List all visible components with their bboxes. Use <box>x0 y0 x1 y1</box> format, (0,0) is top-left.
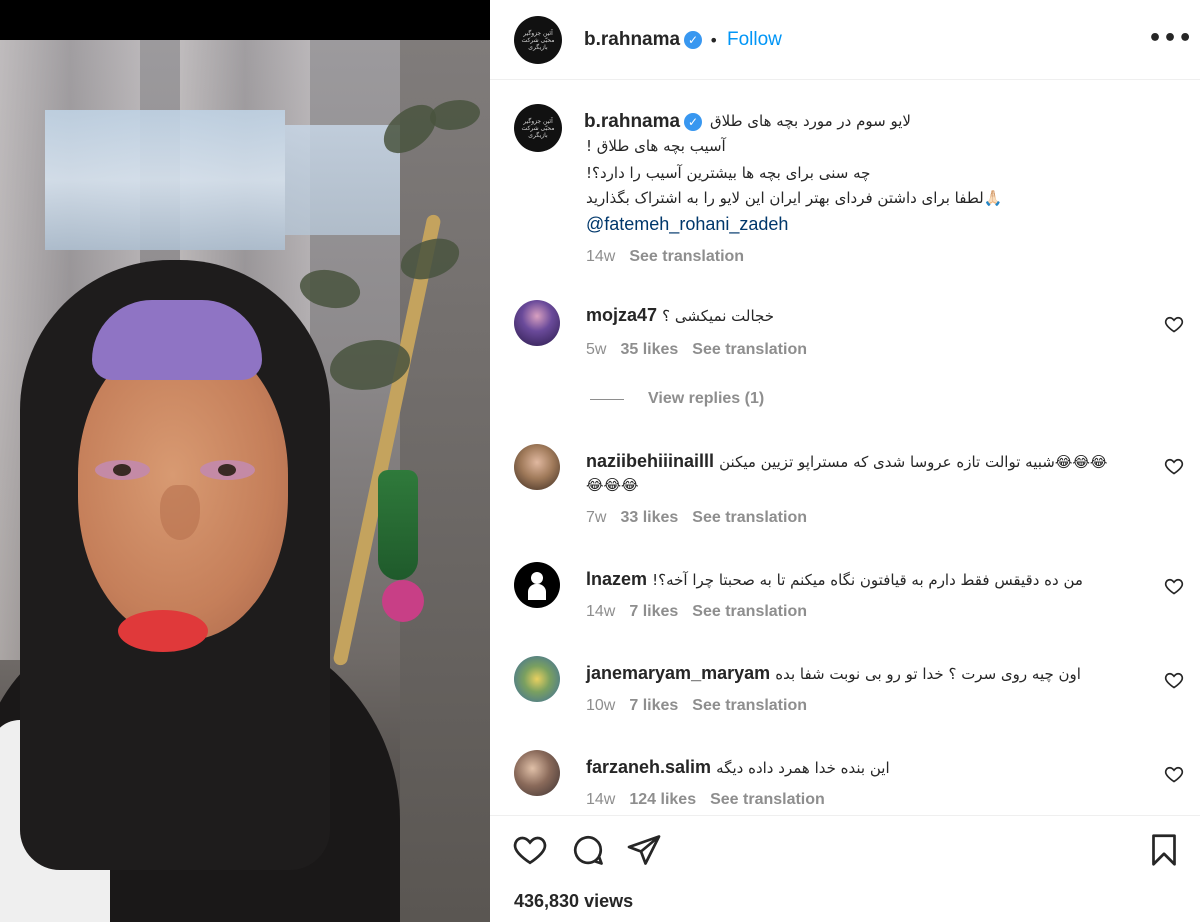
comment-meta: 5w 35 likes See translation <box>586 341 821 359</box>
comment-text: من ده دقیقس فقط دارم به قیافتون نگاه میک… <box>652 571 1083 589</box>
comment-age: 7w <box>586 509 607 526</box>
verified-badge-icon: ✓ <box>684 31 702 49</box>
comment-likes[interactable]: 7 likes <box>629 697 678 714</box>
comment-meta: 14w 7 likes See translation <box>586 603 821 621</box>
post-media-video[interactable] <box>0 0 490 922</box>
heart-icon[interactable] <box>512 832 548 868</box>
see-translation-link[interactable]: See translation <box>692 509 807 526</box>
share-icon[interactable] <box>626 832 662 868</box>
comment-username[interactable]: mojza47 <box>586 305 657 325</box>
replies-divider <box>590 399 624 400</box>
headband <box>92 300 262 380</box>
author-username[interactable]: b.rahnama <box>584 29 680 51</box>
comment-icon[interactable] <box>570 832 606 868</box>
comment-body: lnazem من ده دقیقس فقط دارم به قیافتون ن… <box>586 569 1083 590</box>
post-action-bar: 436,830 views <box>490 815 1200 922</box>
comment-text: 😂😂😂شبیه توالت تازه عروسا شدی که مستراپو … <box>719 453 1108 471</box>
post-side-panel: آئین جزوگیر محبّی شرکت بازیگری b.rahnama… <box>490 0 1200 922</box>
caption-mention-link[interactable]: @fatemeh_rohani_zadeh <box>586 214 788 235</box>
comment-body: janemaryam_maryam اون چیه روی سرت ؟ خدا … <box>586 663 1081 684</box>
comment-text: این بنده خدا همرد داده دیگه <box>716 759 890 777</box>
see-translation-link[interactable]: See translation <box>692 341 807 358</box>
video-frame <box>0 40 490 922</box>
commenter-avatar[interactable] <box>514 300 560 346</box>
lips <box>118 610 208 652</box>
comment-text-continued: 😂😂😂 <box>586 476 639 494</box>
comment-likes[interactable]: 7 likes <box>629 603 678 620</box>
comment-body: farzaneh.salim این بنده خدا همرد داده دی… <box>586 757 890 778</box>
author-avatar[interactable]: آئین جزوگیر محبّی شرکت بازیگری <box>514 16 562 64</box>
caption-age: 14w <box>586 248 616 265</box>
see-translation-link[interactable]: See translation <box>710 791 825 808</box>
comment-meta: 10w 7 likes See translation <box>586 697 821 715</box>
comment-username[interactable]: lnazem <box>586 569 647 589</box>
comment-likes[interactable]: 35 likes <box>620 341 678 358</box>
comment-age: 5w <box>586 341 607 358</box>
comment-username[interactable]: farzaneh.salim <box>586 757 711 777</box>
avatar-logo-text: آئین جزوگیر محبّی شرکت بازیگری <box>521 29 555 51</box>
bookmark-icon[interactable] <box>1146 832 1182 868</box>
comment-age: 10w <box>586 697 616 714</box>
avatar-figure <box>528 584 546 600</box>
person <box>0 260 490 922</box>
caption-line: لایو سوم در مورد بچه های طلاق <box>710 112 911 130</box>
follow-button[interactable]: Follow <box>727 29 782 51</box>
commenter-avatar[interactable] <box>514 444 560 490</box>
see-translation-link[interactable]: See translation <box>692 697 807 714</box>
heart-icon[interactable] <box>1164 456 1184 476</box>
comment-meta: 14w 124 likes See translation <box>586 791 839 809</box>
comment-body: naziibehiiinailll 😂😂😂شبیه توالت تازه عرو… <box>586 451 1107 472</box>
comment-text: اون چیه روی سرت ؟ خدا تو رو بی نوبت شفا … <box>775 665 1081 683</box>
caption-line: آسیب بچه های طلاق ! <box>586 137 726 155</box>
comment-likes[interactable]: 33 likes <box>620 509 678 526</box>
comment-username[interactable]: naziibehiiinailll <box>586 451 714 471</box>
caption-username[interactable]: b.rahnama <box>584 111 680 133</box>
comment-body: mojza47 خجالت نمیکشی ؟ <box>586 305 774 326</box>
caption-line: 🙏🏻لطفا برای داشتن فردای بهتر ایران این ل… <box>586 189 1003 207</box>
commenter-avatar[interactable] <box>514 562 560 608</box>
comment-age: 14w <box>586 603 616 620</box>
view-count[interactable]: 436,830 views <box>514 891 633 912</box>
caption-avatar[interactable]: آئین جزوگیر محبّی شرکت بازیگری <box>514 104 562 152</box>
window <box>45 110 285 250</box>
media-letterbox <box>0 0 490 40</box>
view-replies-button[interactable]: View replies (1) <box>648 390 764 408</box>
commenter-avatar[interactable] <box>514 750 560 796</box>
heart-icon[interactable] <box>1164 670 1184 690</box>
comment-text: خجالت نمیکشی ؟ <box>662 307 775 325</box>
comment-age: 14w <box>586 791 616 808</box>
commenter-avatar[interactable] <box>514 656 560 702</box>
see-translation-link[interactable]: See translation <box>692 603 807 620</box>
caption-line: چه سنی برای بچه ها بیشترین آسیب را دارد؟… <box>586 164 871 182</box>
verified-badge-icon: ✓ <box>684 113 702 131</box>
avatar-logo-text: آئین جزوگیر محبّی شرکت بازیگری <box>521 117 555 139</box>
comment-username[interactable]: janemaryam_maryam <box>586 663 770 683</box>
eye <box>95 460 150 480</box>
comment-meta: 7w 33 likes See translation <box>586 509 821 527</box>
eye <box>200 460 255 480</box>
nose <box>160 485 200 540</box>
post-header: آئین جزوگیر محبّی شرکت بازیگری b.rahnama… <box>490 0 1200 80</box>
more-options-icon[interactable]: ••• <box>1148 26 1193 51</box>
separator-dot: • <box>709 31 719 50</box>
comment-likes[interactable]: 124 likes <box>629 791 696 808</box>
see-translation-link[interactable]: See translation <box>629 248 744 265</box>
heart-icon[interactable] <box>1164 764 1184 784</box>
avatar-figure <box>531 572 543 584</box>
heart-icon[interactable] <box>1164 576 1184 596</box>
caption-meta: 14w See translation <box>586 248 758 266</box>
heart-icon[interactable] <box>1164 314 1184 334</box>
